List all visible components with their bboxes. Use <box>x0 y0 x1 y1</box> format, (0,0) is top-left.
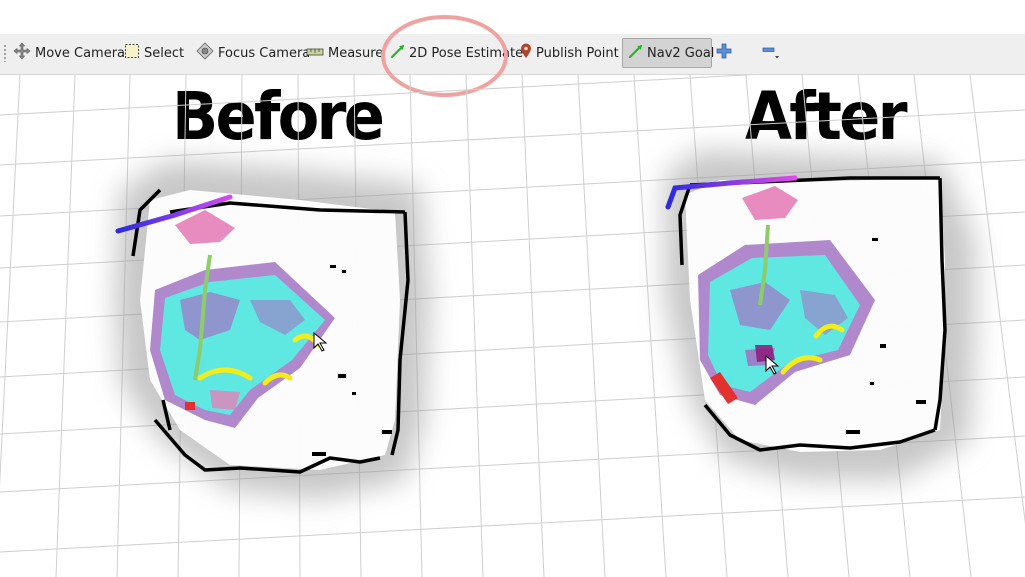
move-camera-tool[interactable]: Move Camera <box>13 38 125 68</box>
select-label: Select <box>144 45 185 61</box>
nav2-goal-label: Nav2 Goal <box>647 45 715 61</box>
measure-tool[interactable]: Measure <box>306 38 383 68</box>
toolbar-grip[interactable] <box>3 44 7 62</box>
after-map <box>665 150 975 480</box>
measure-label: Measure <box>328 45 384 61</box>
goal-arrow-icon <box>628 44 643 62</box>
add-tool-icon <box>716 43 732 63</box>
before-map <box>115 160 430 500</box>
measure-icon <box>306 46 324 61</box>
move-camera-label: Move Camera <box>35 45 126 61</box>
nav2-goal-tool[interactable]: Nav2 Goal <box>622 38 715 68</box>
3d-viewport[interactable] <box>0 75 1025 577</box>
publish-point-tool[interactable]: Publish Point <box>520 38 619 68</box>
before-goal-marker <box>185 402 195 410</box>
select-tool[interactable]: Select <box>124 38 184 68</box>
select-icon <box>124 43 140 63</box>
focus-camera-label: Focus Camera <box>218 45 311 61</box>
add-tool-button[interactable] <box>716 38 732 68</box>
move-camera-icon <box>13 42 31 64</box>
remove-tool-icon <box>762 42 782 64</box>
focus-camera-tool[interactable]: Focus Camera <box>196 38 310 68</box>
after-robot-footprint <box>755 345 775 362</box>
rviz-toolbar: Move Camera Select Focus Camera Measure … <box>0 34 1025 75</box>
remove-tool-button[interactable] <box>762 38 782 68</box>
map-pin-icon <box>520 43 532 63</box>
focus-camera-icon <box>196 42 214 64</box>
publish-point-label: Publish Point <box>536 45 619 61</box>
